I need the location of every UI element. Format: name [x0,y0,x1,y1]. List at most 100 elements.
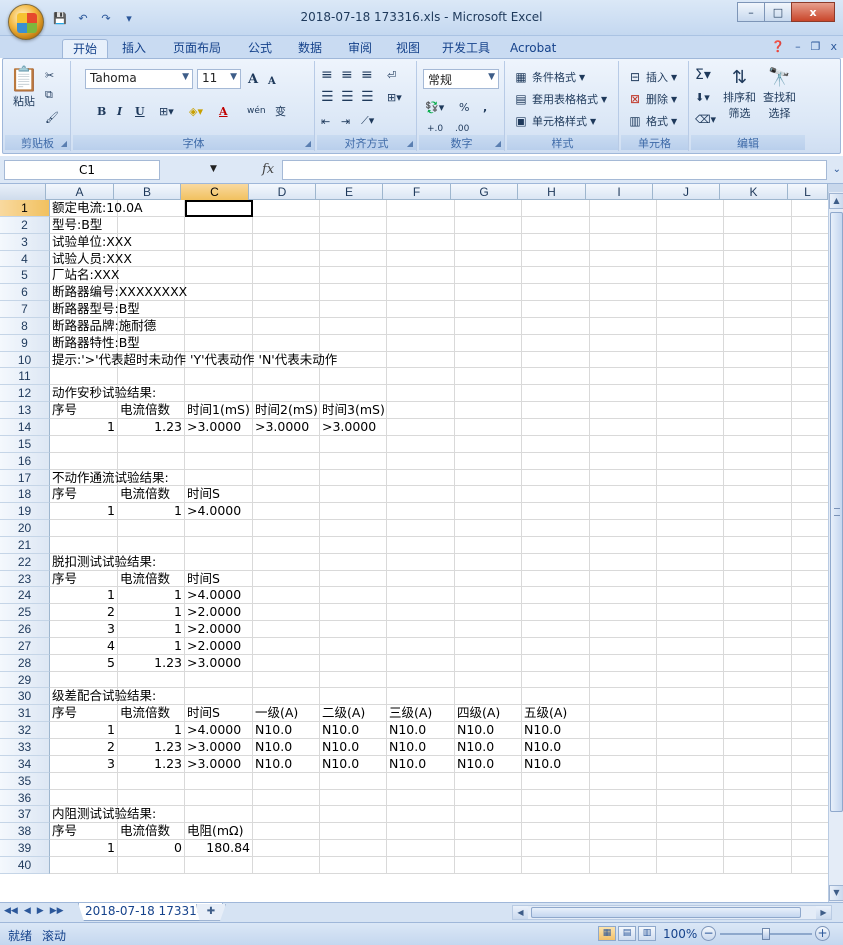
cell-d23[interactable] [253,570,320,588]
decrease-indent-icon[interactable]: ⇤ [321,111,330,131]
cell-c23[interactable]: 时间S [185,570,253,588]
cell-k12[interactable] [724,385,792,403]
cell-c31[interactable]: 时间S [185,705,253,723]
cell-f17[interactable] [387,469,455,487]
cell-a17[interactable]: 不动作通流试验结果: [50,469,169,487]
cell-g27[interactable] [455,637,522,655]
cell-a3[interactable]: 试验单位:XXX [50,233,132,251]
cell-j5[interactable] [657,267,724,285]
row-header[interactable]: 29 [0,671,50,689]
cell-a2[interactable]: 型号:B型 [50,216,118,234]
row-header[interactable]: 30 [0,688,50,706]
cell-b36[interactable] [118,789,185,807]
cell-k4[interactable] [724,250,792,268]
column-header-e[interactable]: E [316,184,383,200]
cell-g30[interactable] [455,688,522,706]
cell-g15[interactable] [455,435,522,453]
cell-i4[interactable] [590,250,657,268]
cell-a31[interactable]: 序号 [50,705,118,723]
cell-g13[interactable] [455,402,522,419]
first-sheet-icon[interactable]: ◀◀ [4,906,18,916]
cell-l28[interactable] [792,654,832,672]
cell-k38[interactable] [724,823,792,841]
row-header[interactable]: 31 [0,705,50,723]
cell-f37[interactable] [387,806,455,824]
cell-d7[interactable] [253,301,320,318]
row-header[interactable]: 20 [0,520,50,537]
cell-l33[interactable] [792,739,832,756]
cell-a25[interactable]: 2 [50,604,118,622]
cell-k7[interactable] [724,301,792,318]
column-header-l[interactable]: L [788,184,828,200]
cell-i17[interactable] [590,469,657,487]
cell-g2[interactable] [455,216,522,234]
cell-l16[interactable] [792,452,832,470]
italic-button[interactable]: I [117,101,122,121]
cell-c33[interactable]: >3.0000 [185,739,253,756]
row-header[interactable]: 4 [0,250,50,268]
cell-b2[interactable] [118,216,185,234]
cell-k18[interactable] [724,486,792,504]
cell-g17[interactable] [455,469,522,487]
cell-d31[interactable]: 一级(A) [253,705,320,723]
cell-c5[interactable] [185,267,253,285]
cell-f27[interactable] [387,637,455,655]
cell-d34[interactable]: N10.0 [253,755,320,773]
cell-l25[interactable] [792,604,832,622]
row-header[interactable]: 10 [0,351,50,369]
cell-b26[interactable]: 1 [118,621,185,638]
cell-f29[interactable] [387,671,455,689]
tab-formulas[interactable]: 公式 [238,39,282,58]
cell-h40[interactable] [522,856,590,874]
cell-f19[interactable] [387,503,455,521]
cell-h5[interactable] [522,267,590,285]
cell-d3[interactable] [253,233,320,251]
cell-h2[interactable] [522,216,590,234]
cell-g31[interactable]: 四级(A) [455,705,522,723]
row-header[interactable]: 38 [0,823,50,841]
cell-d4[interactable] [253,250,320,268]
delete-cells-button[interactable]: ⊠ 删除 ▼ [627,89,677,109]
cell-f14[interactable] [387,418,455,436]
column-header-g[interactable]: G [451,184,518,200]
cell-d20[interactable] [253,520,320,537]
cell-f16[interactable] [387,452,455,470]
cell-a36[interactable] [50,789,118,807]
cell-a19[interactable]: 1 [50,503,118,521]
cell-k8[interactable] [724,317,792,335]
cell-a28[interactable]: 5 [50,654,118,672]
cell-a34[interactable]: 3 [50,755,118,773]
cell-f38[interactable] [387,823,455,841]
cell-j33[interactable] [657,739,724,756]
cell-h15[interactable] [522,435,590,453]
cell-j30[interactable] [657,688,724,706]
cell-k29[interactable] [724,671,792,689]
cell-j9[interactable] [657,334,724,352]
cell-j3[interactable] [657,233,724,251]
cell-d30[interactable] [253,688,320,706]
cell-b21[interactable] [118,536,185,554]
cell-h27[interactable] [522,637,590,655]
cell-a16[interactable] [50,452,118,470]
cell-f15[interactable] [387,435,455,453]
prev-sheet-icon[interactable]: ◀ [24,906,31,916]
cell-c3[interactable] [185,233,253,251]
cell-i22[interactable] [590,553,657,571]
cell-f8[interactable] [387,317,455,335]
cell-b40[interactable] [118,856,185,874]
cell-g4[interactable] [455,250,522,268]
vertical-scroll-thumb[interactable] [830,212,843,812]
cell-l14[interactable] [792,418,832,436]
cell-e32[interactable]: N10.0 [320,722,387,739]
cell-i32[interactable] [590,722,657,739]
cell-k27[interactable] [724,637,792,655]
cell-f5[interactable] [387,267,455,285]
cell-g1[interactable] [455,200,522,217]
cell-k25[interactable] [724,604,792,622]
cell-k10[interactable] [724,351,792,369]
cell-c32[interactable]: >4.0000 [185,722,253,739]
cell-a27[interactable]: 4 [50,637,118,655]
row-header[interactable]: 17 [0,469,50,487]
cell-g38[interactable] [455,823,522,841]
cell-g14[interactable] [455,418,522,436]
